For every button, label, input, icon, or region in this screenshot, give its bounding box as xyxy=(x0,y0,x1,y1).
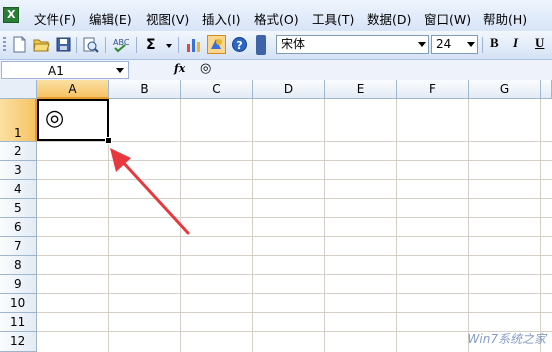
grid-line xyxy=(396,99,397,352)
column-header-g[interactable]: G xyxy=(469,80,541,99)
excel-app-icon[interactable] xyxy=(3,7,19,23)
row-header-6[interactable]: 6 xyxy=(0,218,37,237)
toolbar-grip-icon[interactable] xyxy=(3,37,6,53)
font-size-combo[interactable]: 24 xyxy=(431,35,478,54)
menu-bar: 文件(F) 编辑(E) 视图(V) 插入(I) 格式(O) 工具(T) 数据(D… xyxy=(0,0,552,32)
font-size-value: 24 xyxy=(436,37,452,51)
help-icon[interactable]: ? xyxy=(231,36,248,53)
grid-line xyxy=(540,99,541,352)
column-header-partial[interactable] xyxy=(541,80,552,99)
toolbar-options-icon[interactable] xyxy=(256,35,266,55)
menu-tools[interactable]: 工具(T) xyxy=(312,9,354,28)
chevron-down-icon[interactable] xyxy=(467,42,475,47)
font-name-value: 宋体 xyxy=(281,37,306,51)
worksheet-grid[interactable]: A B C D E F G 1 2 3 4 5 6 7 8 9 10 11 12… xyxy=(0,80,552,352)
autosum-dropdown-icon[interactable] xyxy=(166,44,172,48)
formula-bar: A1 fx ◎ xyxy=(0,60,552,81)
column-header-b[interactable]: B xyxy=(109,80,181,99)
cell-a1-value: ◎ xyxy=(45,106,65,131)
formula-input[interactable]: ◎ xyxy=(200,61,211,76)
grid-line xyxy=(252,99,253,352)
new-document-icon[interactable] xyxy=(11,36,28,53)
bold-button[interactable]: B xyxy=(490,35,499,51)
menu-window[interactable]: 窗口(W) xyxy=(424,9,471,28)
grid-line xyxy=(37,293,552,294)
grid-line xyxy=(37,255,552,256)
toolbar-separator xyxy=(136,37,137,53)
font-name-combo[interactable]: 宋体 xyxy=(276,35,429,54)
column-header-f[interactable]: F xyxy=(397,80,469,99)
grid-line xyxy=(37,160,552,161)
row-header-5[interactable]: 5 xyxy=(0,199,37,218)
print-preview-icon[interactable] xyxy=(82,36,99,53)
menu-format[interactable]: 格式(O) xyxy=(254,9,299,28)
menu-help[interactable]: 帮助(H) xyxy=(483,9,527,28)
chart-wizard-icon[interactable] xyxy=(185,36,202,53)
toolbar-separator xyxy=(76,37,77,53)
grid-line xyxy=(37,236,552,237)
row-header-11[interactable]: 11 xyxy=(0,313,37,332)
column-header-e[interactable]: E xyxy=(325,80,397,99)
column-header-c[interactable]: C xyxy=(181,80,253,99)
svg-text:ABC: ABC xyxy=(113,38,129,47)
row-header-3[interactable]: 3 xyxy=(0,161,37,180)
name-box-value: A1 xyxy=(48,64,64,78)
chevron-down-icon[interactable] xyxy=(116,68,124,73)
menu-edit[interactable]: 编辑(E) xyxy=(89,9,132,28)
underline-button[interactable]: U xyxy=(535,35,544,51)
drawing-icon[interactable] xyxy=(207,35,226,54)
row-header-2[interactable]: 2 xyxy=(0,142,37,161)
row-header-12[interactable]: 12 xyxy=(0,332,37,352)
open-folder-icon[interactable] xyxy=(33,36,50,53)
grid-line xyxy=(37,141,552,142)
italic-button[interactable]: I xyxy=(513,35,518,51)
row-header-1[interactable]: 1 xyxy=(0,99,37,142)
toolbar-separator xyxy=(178,37,179,53)
select-all-corner[interactable] xyxy=(0,80,37,99)
row-header-4[interactable]: 4 xyxy=(0,180,37,199)
fill-handle[interactable] xyxy=(105,137,112,144)
toolbar-separator xyxy=(482,37,483,53)
watermark-text: Win7系统之家 xyxy=(467,332,546,346)
row-header-9[interactable]: 9 xyxy=(0,275,37,294)
spelling-check-icon[interactable]: ABC xyxy=(112,36,129,53)
menu-view[interactable]: 视图(V) xyxy=(146,9,189,28)
row-header-10[interactable]: 10 xyxy=(0,294,37,313)
column-header-a[interactable]: A xyxy=(37,80,109,99)
grid-line xyxy=(37,312,552,313)
autosum-button[interactable]: Σ xyxy=(146,37,156,53)
toolbar: ABC Σ ? 宋体 24 B I U xyxy=(0,31,552,60)
row-header-8[interactable]: 8 xyxy=(0,256,37,275)
toolbar-separator xyxy=(105,37,106,53)
name-box[interactable]: A1 xyxy=(1,61,129,79)
svg-text:?: ? xyxy=(236,39,242,52)
save-icon[interactable] xyxy=(55,36,72,53)
insert-function-icon[interactable]: fx xyxy=(174,62,185,75)
grid-line xyxy=(324,99,325,352)
menu-file[interactable]: 文件(F) xyxy=(34,9,76,28)
row-header-7[interactable]: 7 xyxy=(0,237,37,256)
chevron-down-icon[interactable] xyxy=(418,42,426,47)
menu-data[interactable]: 数据(D) xyxy=(367,9,411,28)
grid-line xyxy=(468,99,469,352)
grid-line xyxy=(180,99,181,352)
column-header-d[interactable]: D xyxy=(253,80,325,99)
grid-line xyxy=(37,274,552,275)
grid-line xyxy=(37,198,552,199)
grid-line xyxy=(37,179,552,180)
menu-insert[interactable]: 插入(I) xyxy=(202,9,240,28)
grid-line xyxy=(37,217,552,218)
